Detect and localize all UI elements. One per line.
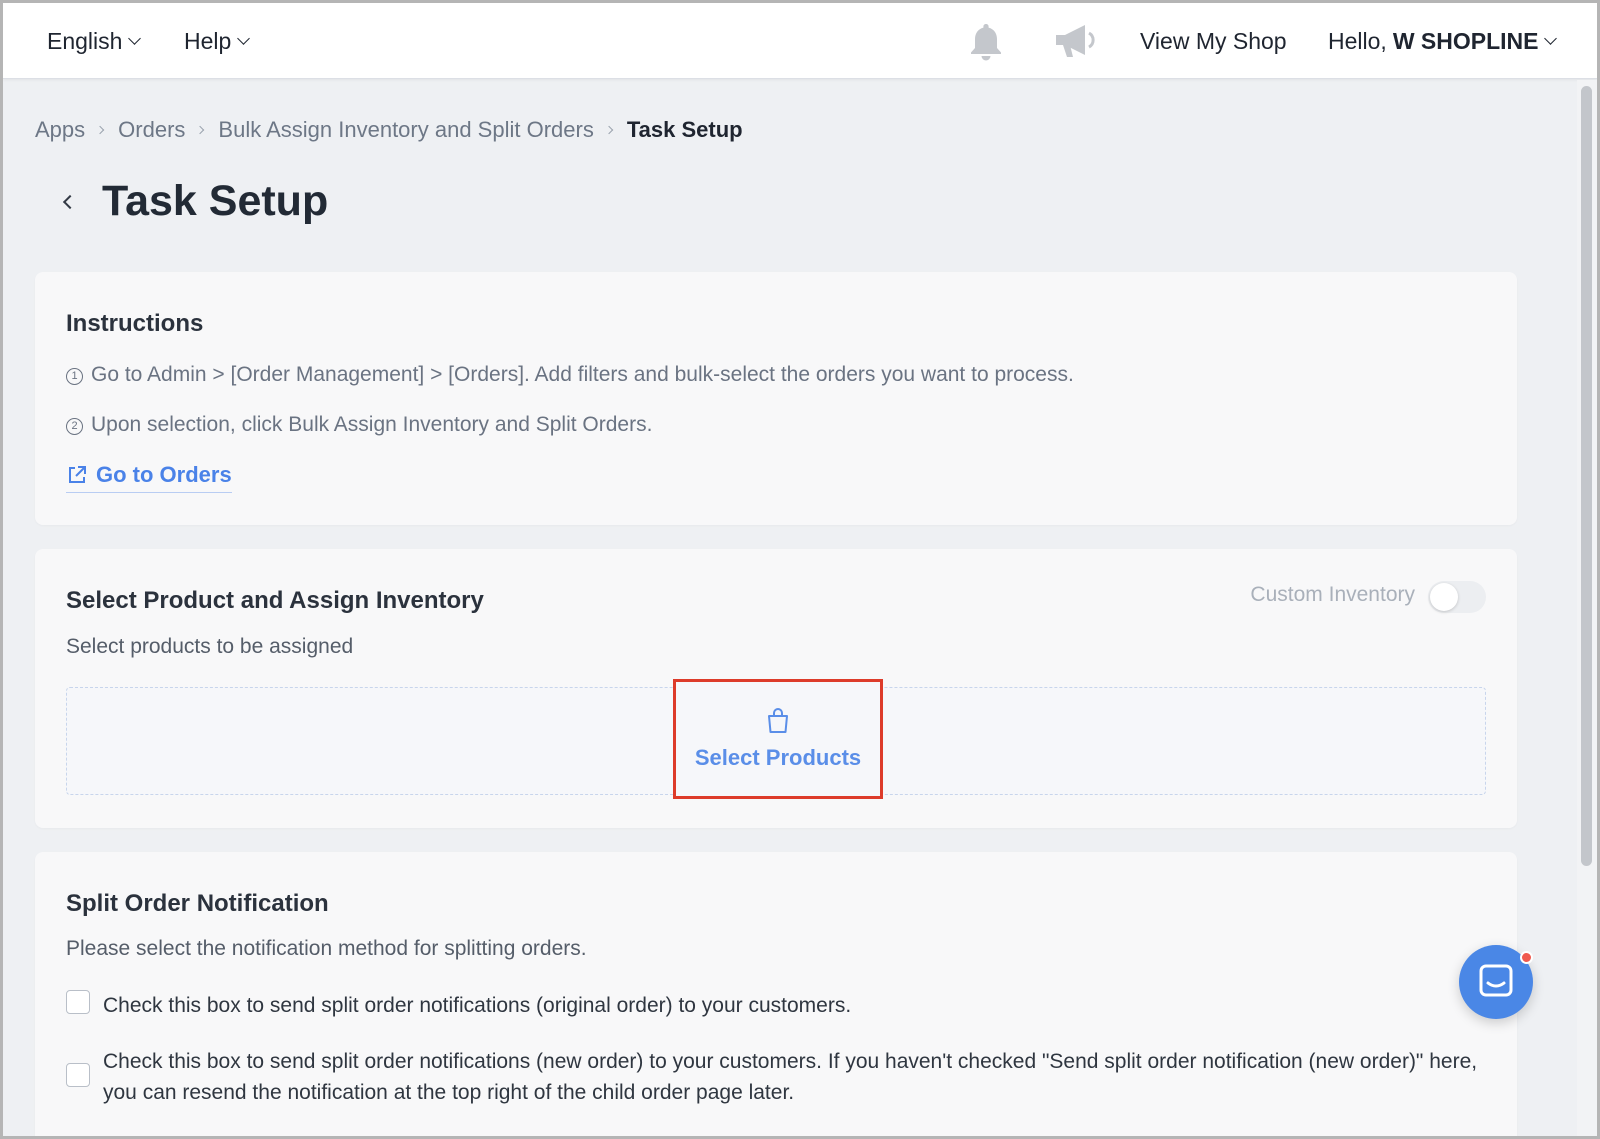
instruction-step-1: 1 Go to Admin > [Order Management] > [Ord… (66, 363, 1074, 387)
instructions-card: Instructions 1 Go to Admin > [Order Manag… (35, 272, 1517, 525)
megaphone-icon (1056, 25, 1095, 57)
view-my-shop-label: View My Shop (1140, 27, 1287, 54)
user-name: W SHOPLINE (1392, 27, 1539, 54)
assign-subtitle: Select products to be assigned (66, 635, 354, 658)
notification-badge (1520, 951, 1533, 964)
notification-option-original: Check this box to send split order notif… (66, 990, 1486, 1021)
chevron-down-icon (1544, 32, 1558, 45)
chevron-right-icon (95, 125, 105, 135)
instructions-title: Instructions (66, 310, 204, 337)
step-1-text: Go to Admin > [Order Management] > [Orde… (91, 363, 1074, 386)
notifications-button[interactable] (967, 3, 1005, 79)
toggle-knob (1430, 583, 1458, 611)
original-order-checkbox[interactable] (66, 990, 90, 1014)
language-selector[interactable]: English (47, 3, 142, 79)
chevron-right-icon (604, 125, 614, 135)
notification-option-new: Check this box to send split order notif… (66, 1046, 1486, 1108)
page-scrollbar[interactable] (1577, 80, 1597, 1136)
user-menu[interactable]: Hello, W SHOPLINE (1328, 3, 1558, 79)
announcements-button[interactable] (1053, 3, 1097, 79)
step-number-1: 1 (66, 367, 83, 385)
page-title: Task Setup (102, 177, 329, 225)
chevron-right-icon (196, 125, 205, 135)
split-notification-card: Split Order Notification Please select t… (35, 852, 1517, 1136)
select-products-label: Select Products (694, 745, 862, 770)
step-2-text: Upon selection, click Bulk Assign Invent… (91, 413, 653, 436)
chevron-down-icon (128, 32, 142, 45)
option-original-text: Check this box to send split order notif… (103, 994, 852, 1017)
breadcrumb-apps[interactable]: Apps (35, 117, 85, 143)
go-to-orders-label: Go to Orders (96, 462, 232, 487)
back-button[interactable] (55, 189, 81, 215)
option-new-text: Check this box to send split order notif… (103, 1050, 1478, 1104)
view-my-shop-link[interactable]: View My Shop (1140, 3, 1287, 79)
chat-button[interactable] (1459, 945, 1533, 1019)
custom-inventory-toggle[interactable] (1428, 581, 1486, 613)
notification-subtitle: Please select the notification method fo… (66, 937, 587, 960)
chevron-down-icon (237, 32, 251, 45)
assign-inventory-card: Select Product and Assign Inventory Sele… (35, 549, 1517, 828)
external-link-icon (69, 466, 86, 483)
assign-title: Select Product and Assign Inventory (66, 587, 484, 614)
breadcrumb-bulk-assign[interactable]: Bulk Assign Inventory and Split Orders (218, 117, 593, 143)
breadcrumb-current: Task Setup (626, 117, 743, 142)
shopping-bag-icon (768, 708, 788, 733)
notification-title: Split Order Notification (66, 890, 329, 917)
select-products-button[interactable]: Select Products (673, 679, 883, 799)
help-menu[interactable]: Help (184, 3, 251, 79)
breadcrumb-orders[interactable]: Orders (118, 117, 185, 143)
language-label: English (47, 27, 123, 54)
app-frame: English Help View My Shop Hello, W SHOPL… (0, 0, 1600, 1139)
new-order-checkbox[interactable] (66, 1063, 90, 1087)
step-number-2: 2 (66, 417, 83, 435)
breadcrumb: Apps Orders Bulk Assign Inventory and Sp… (35, 117, 743, 143)
scrollbar-thumb[interactable] (1581, 86, 1592, 866)
go-to-orders-link[interactable]: Go to Orders (66, 462, 232, 493)
help-label: Help (184, 27, 232, 54)
custom-inventory-label: Custom Inventory (1250, 583, 1415, 606)
hello-prefix: Hello, (1328, 27, 1387, 54)
instruction-step-2: 2 Upon selection, click Bulk Assign Inven… (66, 413, 652, 437)
bell-icon (971, 24, 1001, 61)
top-bar: English Help View My Shop Hello, W SHOPL… (3, 3, 1597, 79)
